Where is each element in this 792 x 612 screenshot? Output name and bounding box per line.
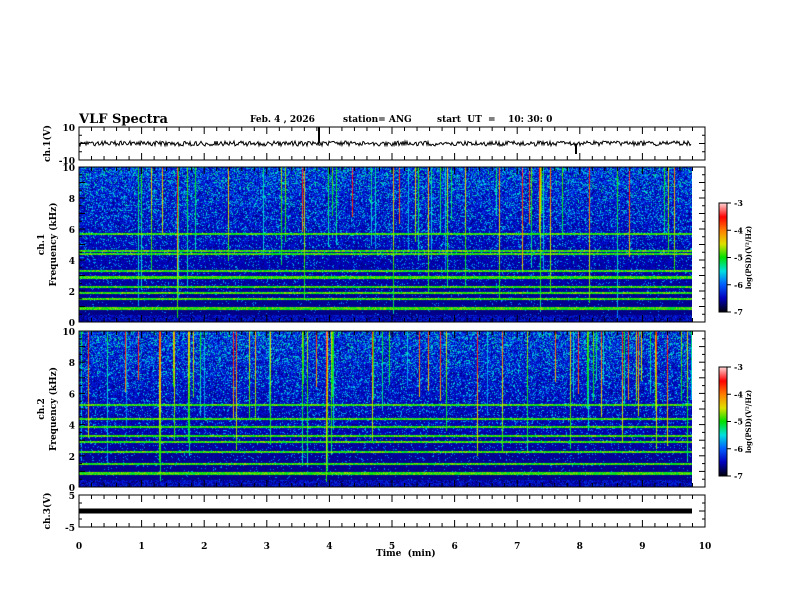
panel-2-ylabel-channel: ch.1 <box>37 234 47 255</box>
y-tick-label: -5 <box>65 524 75 534</box>
colorbar-tick-label: -7 <box>734 307 743 317</box>
colorbar-tick-label: -4 <box>734 389 743 399</box>
x-tick-label: 3 <box>264 542 270 552</box>
panel-3-ylabel: Frequency (kHz) <box>48 367 59 451</box>
colorbar-tick-label: -5 <box>734 417 743 427</box>
panel-4-ylabel: ch.3(V) <box>42 493 53 530</box>
y-tick-label: 2 <box>69 288 75 298</box>
colorbar-tick-label: -4 <box>734 225 743 235</box>
colorbar-tick-label: -6 <box>734 280 743 290</box>
colorbar-tick-label: -3 <box>734 362 743 372</box>
y-tick-label: 6 <box>69 226 75 236</box>
colorbar-label: log(PSD)(V²/Hz) <box>744 390 753 454</box>
y-tick-label: 8 <box>69 195 75 205</box>
x-axis-label: Time (min) <box>376 549 436 559</box>
x-tick-label: 0 <box>76 542 82 552</box>
colorbar-tick-label: -7 <box>734 471 743 481</box>
x-tick-label: 2 <box>201 542 207 552</box>
panel-2-frame <box>78 166 706 323</box>
y-tick-label: 4 <box>69 257 75 267</box>
ch1-waveform <box>78 139 692 148</box>
panel-3-frame <box>78 330 706 488</box>
x-tick-label: 4 <box>326 542 332 552</box>
x-tick-label: 8 <box>577 542 583 552</box>
colorbar-frame <box>718 366 728 477</box>
y-tick-label: 4 <box>69 422 75 432</box>
colorbar-tick-label: -3 <box>734 198 743 208</box>
colorbar-frame <box>718 202 728 313</box>
colorbar-tick-label: -5 <box>734 253 743 263</box>
x-tick-label: 10 <box>699 542 712 552</box>
y-tick-label: 10 <box>62 124 75 134</box>
x-tick-label: 1 <box>138 542 144 552</box>
y-tick-label: 10 <box>62 328 75 338</box>
panel-3-ylabel-channel: ch.2 <box>37 398 47 419</box>
x-tick-label: 9 <box>639 542 645 552</box>
y-tick-label: 5 <box>69 492 75 502</box>
panel-2-ylabel: Frequency (kHz) <box>48 202 59 286</box>
x-tick-label: 6 <box>451 542 457 552</box>
x-tick-label: 7 <box>514 542 520 552</box>
panel-1-ylabel: ch.1(V) <box>42 125 53 162</box>
chart-axes: 10-10ch.1(V)0246810ch.1 Frequency (kHz) -3… <box>37 124 753 552</box>
colorbar-label: log(PSD)(V²/Hz) <box>744 226 753 290</box>
y-tick-label: 2 <box>69 453 75 463</box>
y-tick-label: 8 <box>69 359 75 369</box>
y-tick-label: 6 <box>69 390 75 400</box>
y-tick-label: 10 <box>62 164 75 174</box>
colorbar-tick-label: -6 <box>734 444 743 454</box>
